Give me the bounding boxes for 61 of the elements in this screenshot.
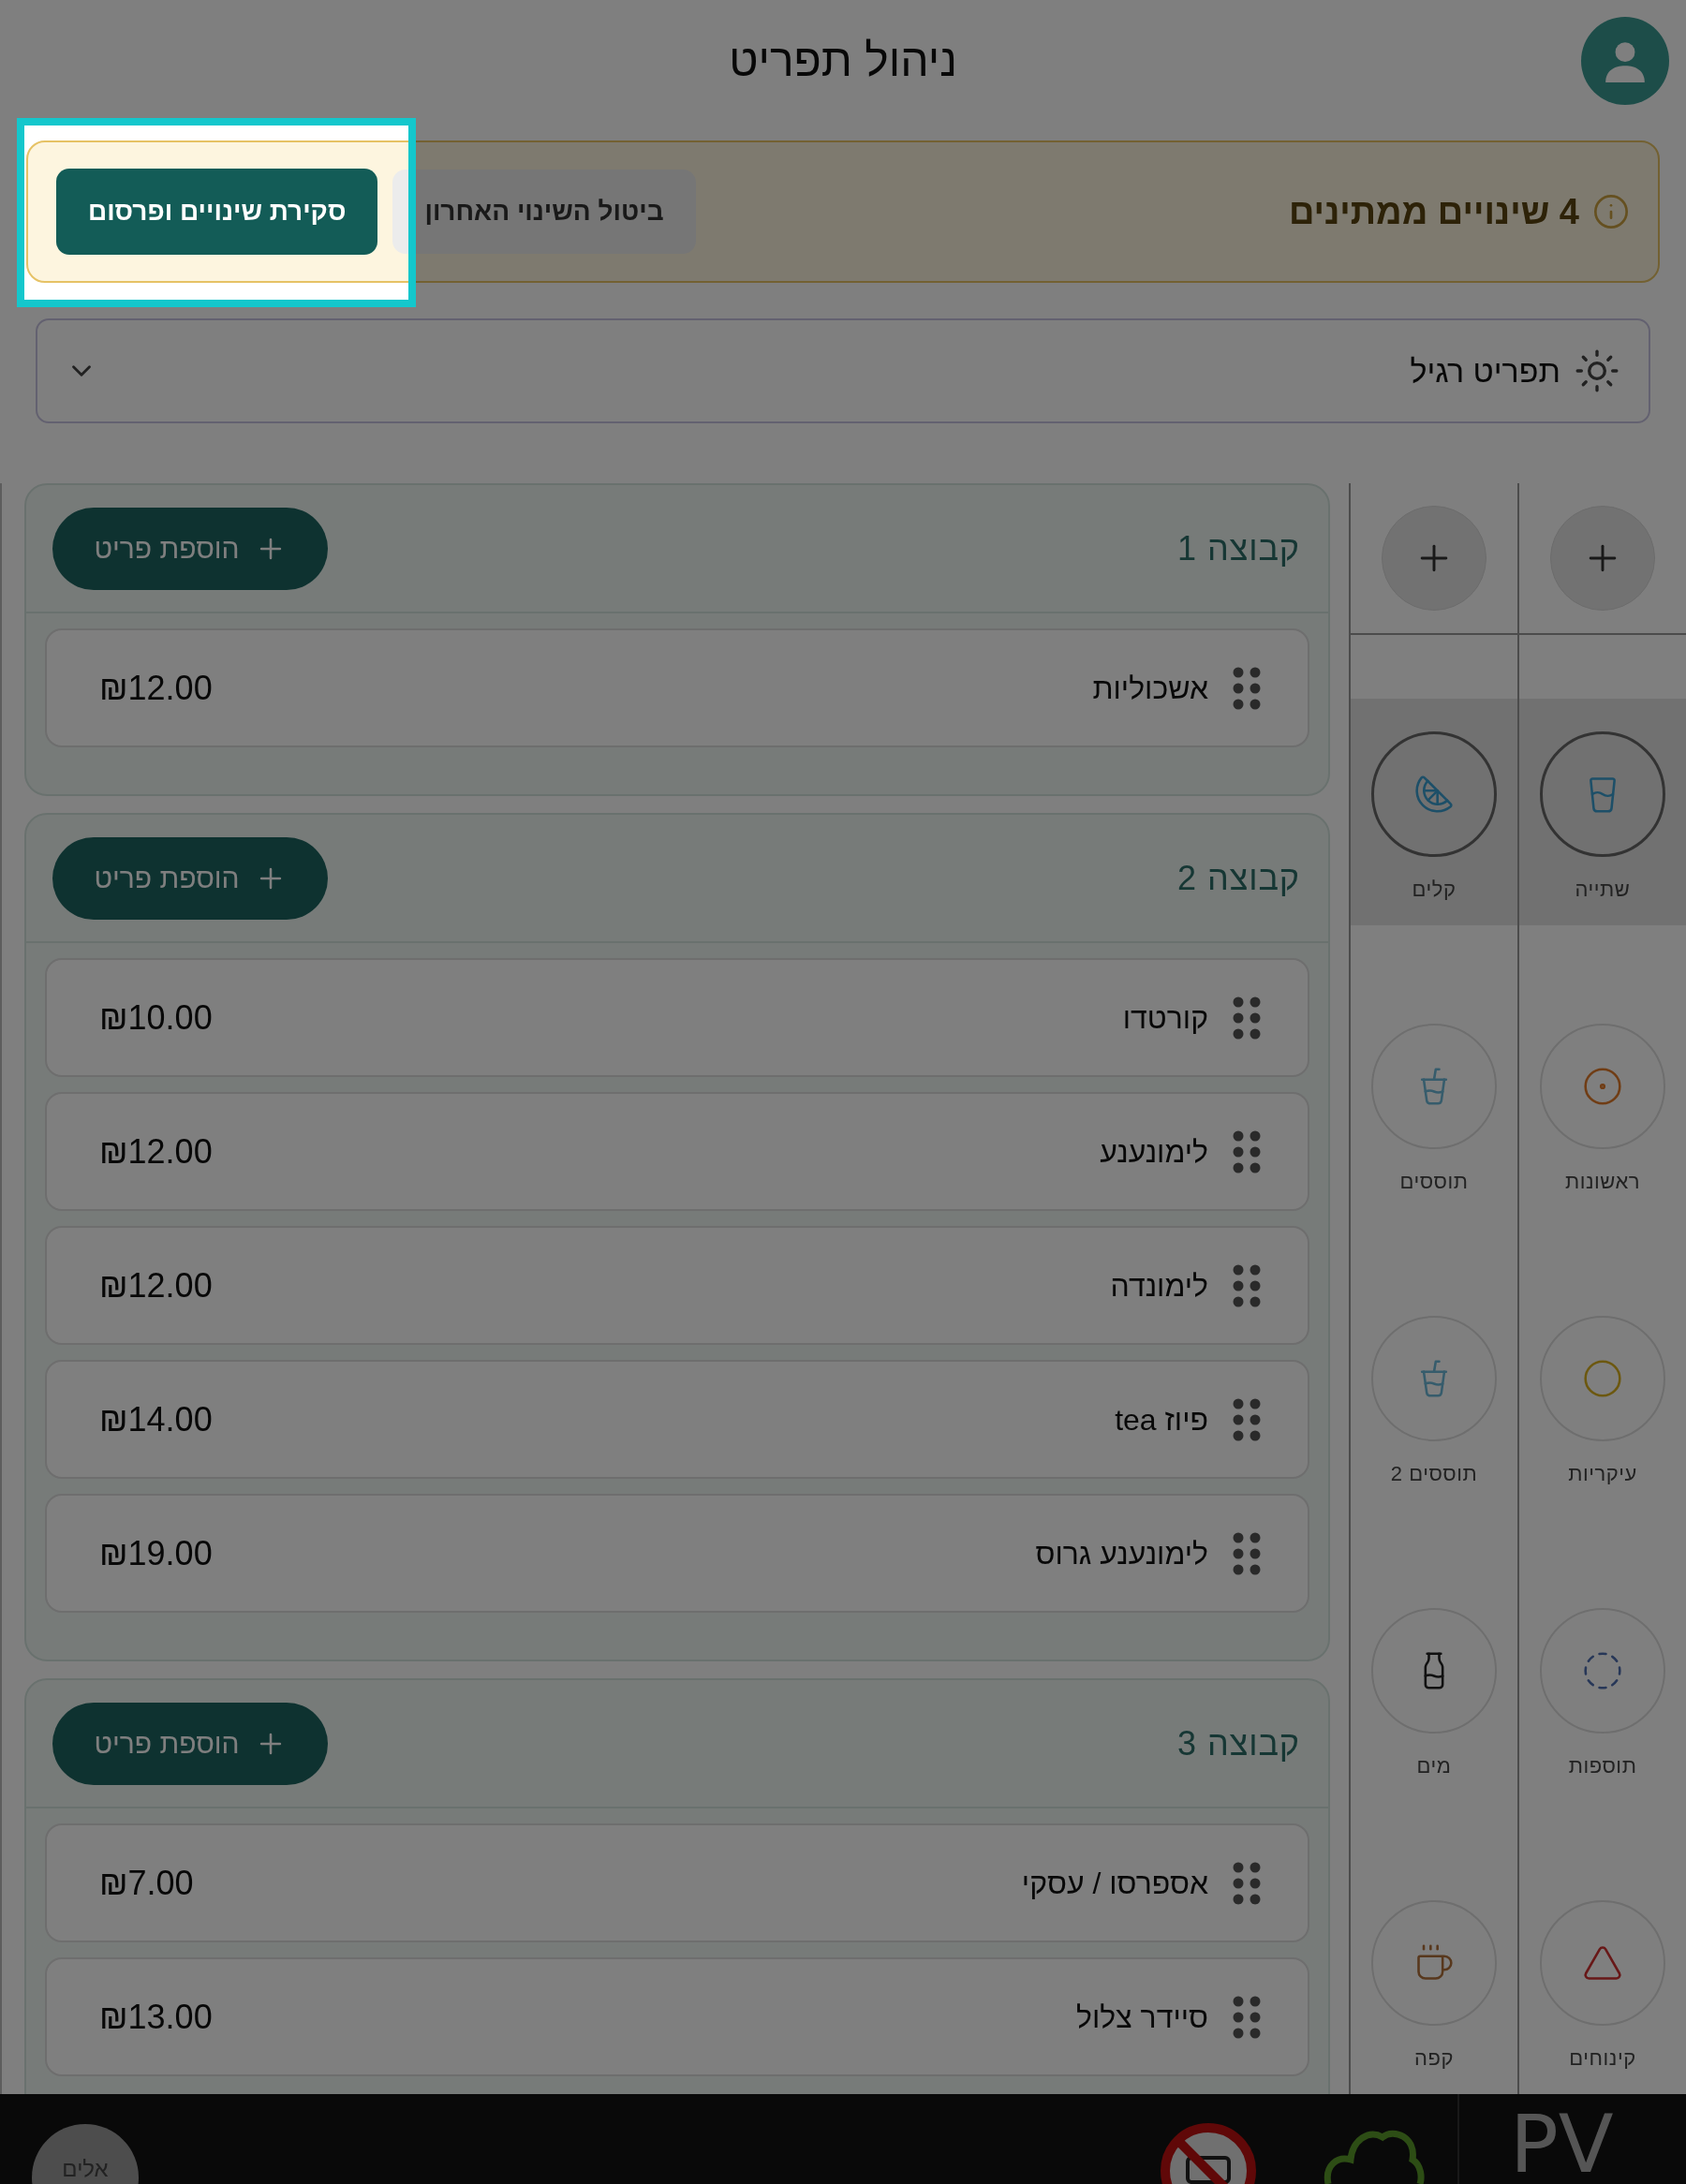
item-name: קורטדו	[1122, 999, 1208, 1037]
item-price: ₪7.00	[99, 1862, 194, 1904]
category-tile[interactable]: תוססים	[1351, 991, 1517, 1217]
group-title: קבוצה 2	[1177, 857, 1300, 899]
category-label: קלים	[1412, 877, 1457, 903]
menu-select-value: תפריט רגיל	[1410, 351, 1560, 391]
category-tile[interactable]: קינוחים	[1519, 1867, 1686, 2094]
drag-handle-icon[interactable]	[1233, 1861, 1261, 1905]
item-name: פיוז tea	[1115, 1401, 1208, 1439]
undo-button[interactable]: ביטול השינוי האחרון	[392, 170, 696, 254]
category-label: עיקריות	[1568, 1461, 1637, 1487]
ring-icon	[1582, 1066, 1623, 1107]
category-tile[interactable]: תוספות	[1519, 1575, 1686, 1802]
add-item-button[interactable]: הוספת פריט	[52, 836, 328, 920]
item-name: אשכוליות	[1092, 670, 1208, 707]
add-item-button[interactable]: הוספת פריט	[52, 507, 328, 590]
category-label: ראשונות	[1564, 1169, 1641, 1195]
drag-handle-icon[interactable]	[1233, 1531, 1261, 1575]
item-name: לימונדה	[1110, 1267, 1208, 1305]
item-price: ₪19.00	[99, 1532, 213, 1574]
item-price: ₪12.00	[99, 1130, 213, 1173]
category-label: קפה	[1414, 2045, 1454, 2072]
category-tile[interactable]: קלים	[1351, 699, 1517, 925]
sun-icon	[1574, 347, 1620, 394]
item-name: לימונענע גרוס	[1035, 1535, 1208, 1572]
item-name: אספרסו / עסקי	[1021, 1865, 1208, 1902]
category-label: שתייה	[1575, 877, 1631, 903]
item-name: סיידר צלול	[1076, 1999, 1208, 2036]
category-tile[interactable]: מים	[1351, 1575, 1517, 1802]
pending-changes-message: 4 שינויים ממתינים	[1288, 190, 1579, 233]
category-label: תוססים	[1399, 1169, 1469, 1195]
category-label: קינוחים	[1569, 2045, 1636, 2072]
item-price: ₪10.00	[99, 996, 213, 1039]
item-name: לימונענע	[1100, 1133, 1208, 1171]
info-icon	[1592, 193, 1630, 230]
category-label: מים	[1416, 1753, 1452, 1779]
category-tile[interactable]: שתייה	[1519, 699, 1686, 925]
drag-handle-icon[interactable]	[1233, 1129, 1261, 1173]
publish-button[interactable]: סקירת שינויים ופרסום	[56, 169, 378, 255]
item-price: ₪12.00	[99, 667, 213, 709]
drag-handle-icon[interactable]	[1233, 1263, 1261, 1307]
category-tile[interactable]: ראשונות	[1519, 991, 1686, 1217]
item-price: ₪14.00	[99, 1398, 213, 1440]
drag-handle-icon[interactable]	[1233, 1397, 1261, 1441]
menu-select[interactable]: תפריט רגיל	[36, 318, 1650, 423]
item-price: ₪13.00	[99, 1996, 213, 2038]
category-tile[interactable]: עיקריות	[1519, 1283, 1686, 1510]
group-title: קבוצה 3	[1177, 1722, 1300, 1764]
drag-handle-icon[interactable]	[1233, 996, 1261, 1040]
add-item-button[interactable]: הוספת פריט	[52, 1702, 328, 1785]
group-title: קבוצה 1	[1177, 527, 1300, 569]
page-title: ניהול תפריט	[729, 35, 957, 87]
item-price: ₪12.00	[99, 1264, 213, 1306]
brand-logo: PV	[1510, 2103, 1614, 2184]
category-tile[interactable]: קפה	[1351, 1867, 1517, 2094]
plate-icon	[1582, 1358, 1623, 1399]
drag-handle-icon[interactable]	[1233, 1995, 1261, 2039]
category-label: תוספות	[1568, 1753, 1637, 1779]
category-label: תוססים 2	[1390, 1461, 1478, 1487]
drag-handle-icon[interactable]	[1233, 666, 1261, 710]
category-tile[interactable]: תוססים 2	[1351, 1283, 1517, 1510]
